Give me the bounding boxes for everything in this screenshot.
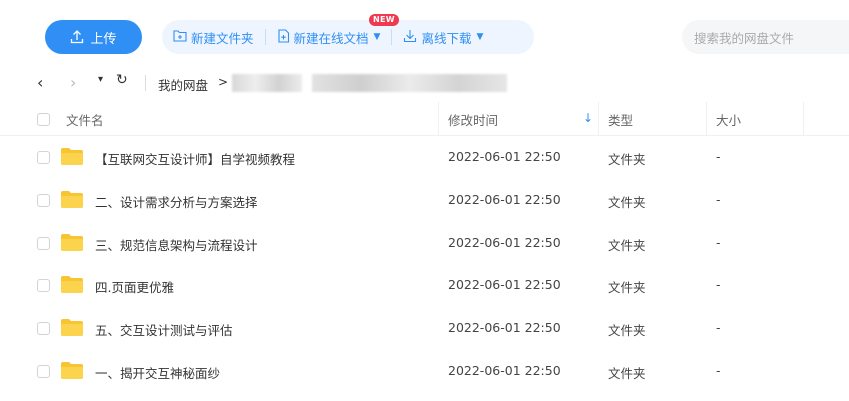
- row-checkbox[interactable]: [37, 151, 50, 164]
- breadcrumb-root[interactable]: 我的网盘: [158, 75, 208, 94]
- file-type: 文件夹: [608, 238, 646, 253]
- column-header-name[interactable]: 文件名: [66, 102, 104, 136]
- history-dropdown-icon[interactable]: ▾: [98, 74, 103, 85]
- breadcrumb-redacted: [232, 74, 302, 92]
- table-header: 文件名 修改时间 ↓ 类型 大小: [0, 102, 849, 136]
- sort-desc-icon[interactable]: ↓: [583, 111, 593, 125]
- column-divider: [438, 102, 439, 136]
- file-type: 文件夹: [608, 152, 646, 167]
- new-doc-icon: [277, 28, 290, 46]
- row-checkbox[interactable]: [37, 322, 50, 335]
- folder-icon: [61, 319, 83, 336]
- select-all-checkbox[interactable]: [37, 102, 50, 136]
- column-divider: [598, 102, 599, 136]
- file-type: 文件夹: [608, 323, 646, 338]
- row-checkbox[interactable]: [37, 279, 50, 292]
- upload-icon: [70, 30, 84, 44]
- file-type: 文件夹: [608, 280, 646, 295]
- file-size: -: [716, 363, 721, 378]
- file-name[interactable]: 一、揭开交互神秘面纱: [95, 363, 220, 382]
- file-size: -: [716, 235, 721, 250]
- table-row[interactable]: 二、设计需求分析与方案选择 2022-06-01 22:50 文件夹 -: [0, 179, 849, 222]
- back-icon[interactable]: ‹: [37, 73, 43, 92]
- table-row[interactable]: 【互联网交互设计师】自学视频教程 2022-06-01 22:50 文件夹 -: [0, 136, 849, 179]
- new-folder-button[interactable]: 新建文件夹: [162, 20, 265, 54]
- file-name[interactable]: 【互联网交互设计师】自学视频教程: [95, 149, 295, 168]
- action-group: 新建文件夹 新建在线文档 ▼ 离线下载 ▼: [162, 20, 534, 54]
- file-name[interactable]: 四.页面更优雅: [95, 277, 174, 296]
- toolbar: 上传 新建文件夹 新建在线文档 ▼ 离线下载 ▼ NEW 搜索我的网盘文件: [0, 0, 849, 72]
- file-modified: 2022-06-01 22:50: [448, 235, 561, 250]
- download-icon: [403, 29, 417, 46]
- upload-label: 上传: [90, 31, 117, 47]
- file-name[interactable]: 五、交互设计测试与评估: [95, 320, 233, 339]
- table-row[interactable]: 一、揭开交互神秘面纱 2022-06-01 22:50 文件夹 -: [0, 350, 849, 393]
- folder-icon: [61, 191, 83, 208]
- table-row[interactable]: 四.页面更优雅 2022-06-01 22:50 文件夹 -: [0, 264, 849, 307]
- file-type: 文件夹: [608, 195, 646, 210]
- row-checkbox[interactable]: [37, 237, 50, 250]
- file-type: 文件夹: [608, 366, 646, 381]
- file-modified: 2022-06-01 22:50: [448, 277, 561, 292]
- search-placeholder: 搜索我的网盘文件: [694, 30, 795, 46]
- breadcrumb-separator: >: [218, 75, 229, 89]
- chevron-down-icon: ▼: [476, 32, 484, 42]
- column-header-size[interactable]: 大小: [716, 102, 741, 136]
- new-folder-label: 新建文件夹: [191, 30, 254, 46]
- navigation-bar: ‹ › ▾ ↻ 我的网盘 >: [0, 66, 849, 100]
- file-modified: 2022-06-01 22:50: [448, 320, 561, 335]
- chevron-down-icon: ▼: [373, 32, 381, 42]
- file-size: -: [716, 192, 721, 207]
- row-checkbox[interactable]: [37, 365, 50, 378]
- column-header-modified[interactable]: 修改时间: [448, 102, 498, 136]
- upload-button[interactable]: 上传: [45, 20, 142, 54]
- refresh-icon[interactable]: ↻: [116, 72, 128, 88]
- file-size: -: [716, 149, 721, 164]
- table-row[interactable]: 五、交互设计测试与评估 2022-06-01 22:50 文件夹 -: [0, 307, 849, 350]
- file-modified: 2022-06-01 22:50: [448, 363, 561, 378]
- file-name[interactable]: 二、设计需求分析与方案选择: [95, 192, 258, 211]
- folder-icon: [61, 148, 83, 165]
- file-size: -: [716, 277, 721, 292]
- file-modified: 2022-06-01 22:50: [448, 192, 561, 207]
- new-online-doc-label: 新建在线文档: [293, 30, 369, 46]
- new-badge: NEW: [369, 14, 399, 26]
- table-row[interactable]: 三、规范信息架构与流程设计 2022-06-01 22:50 文件夹 -: [0, 222, 849, 265]
- row-checkbox[interactable]: [37, 194, 50, 207]
- checkbox[interactable]: [37, 112, 50, 126]
- new-folder-icon: [173, 29, 187, 45]
- column-divider: [803, 102, 804, 136]
- nav-divider: [145, 75, 146, 91]
- offline-download-button[interactable]: 离线下载 ▼: [392, 20, 494, 54]
- offline-download-label: 离线下载: [421, 30, 472, 46]
- forward-icon[interactable]: ›: [70, 73, 76, 92]
- search-input[interactable]: 搜索我的网盘文件: [682, 20, 849, 54]
- column-divider: [706, 102, 707, 136]
- breadcrumb-redacted: [312, 74, 507, 92]
- file-name[interactable]: 三、规范信息架构与流程设计: [95, 235, 258, 254]
- file-size: -: [716, 320, 721, 335]
- folder-icon: [61, 234, 83, 251]
- file-modified: 2022-06-01 22:50: [448, 149, 561, 164]
- folder-icon: [61, 362, 83, 379]
- folder-icon: [61, 276, 83, 293]
- column-header-type[interactable]: 类型: [608, 102, 633, 136]
